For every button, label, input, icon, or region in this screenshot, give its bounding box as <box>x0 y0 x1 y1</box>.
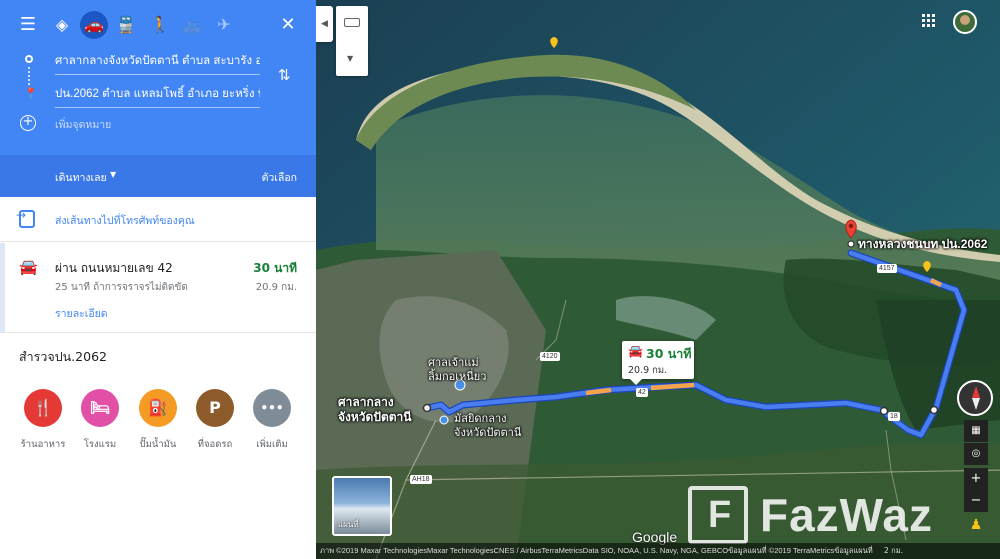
category-gas-stations[interactable]: ⛽ ปั๊มน้ำมัน <box>128 389 188 452</box>
category-parking[interactable]: P ที่จอดรถ <box>185 389 245 452</box>
parking-icon: P <box>196 389 234 427</box>
street-view-pegman-icon[interactable]: ♟ <box>964 514 988 536</box>
destination-dot <box>847 240 855 248</box>
compass-icon[interactable] <box>957 380 993 416</box>
route-selected-indicator <box>0 243 5 333</box>
category-more[interactable]: ••• เพิ่มเติม <box>242 389 302 452</box>
origin-input[interactable]: ศาลากลางจังหวัดปัตตานี ตำบล สะบารัง อ <box>55 51 260 75</box>
my-location-icon[interactable]: ◎ <box>964 443 988 465</box>
apps-grid-icon[interactable] <box>922 14 936 28</box>
road-shield: AH18 <box>410 475 432 484</box>
category-hotels[interactable]: 🛏 โรงแรม <box>70 389 130 452</box>
menu-icon[interactable]: ☰ <box>14 11 42 39</box>
collapse-panel-button[interactable]: ◀ <box>316 6 333 42</box>
depart-now-dropdown[interactable]: เดินทางเลย <box>55 169 107 186</box>
travel-mode-bar: ☰ ◈ 🚗 🚆 🚶 🚲 ✈ ✕ <box>0 11 316 39</box>
walking-mode-icon[interactable]: 🚶 <box>146 11 174 39</box>
route-waypoint <box>879 406 889 416</box>
zoom-out-button[interactable]: − <box>964 490 988 512</box>
hotel-icon: 🛏 <box>81 389 119 427</box>
destination-input[interactable]: ปน.2062 ตำบล แหลมโพธิ์ อำเภอ ยะหริ่ง ปั <box>55 84 260 108</box>
mosque-label[interactable]: มัสยิดกลาง <box>454 412 507 426</box>
swap-icon[interactable]: ⇅ <box>278 66 291 84</box>
destination-label[interactable]: ทางหลวงชนบท ปน.2062 <box>858 237 987 251</box>
watermark-icon <box>688 486 748 544</box>
zoom-in-button[interactable]: + <box>964 468 988 490</box>
map-type-label: แผนที่ <box>338 520 359 529</box>
directions-panel: ☰ ◈ 🚗 🚆 🚶 🚲 ✈ ✕ 📍 ศาลากลางจังหวัดปัตตานี… <box>0 0 316 559</box>
origin-label[interactable]: จังหวัดปัตตานี <box>338 410 411 424</box>
route-time-callout[interactable]: 🚘 30 นาที 20.9 กม. <box>622 341 694 385</box>
road-shield: 4157 <box>877 264 897 273</box>
depart-bar: เดินทางเลย ▼ ตัวเลือก <box>0 155 316 197</box>
satellite-map[interactable]: ◀ ▼ ทางหลวงชนบท ปน.2062 ศาลากลาง จังหวัด… <box>316 0 1000 559</box>
send-to-phone-icon <box>16 208 35 228</box>
route-typical-time: 25 นาที ถ้าการจราจรไม่ติดขัด <box>55 282 188 293</box>
options-button[interactable]: ตัวเลือก <box>262 169 297 186</box>
route-option[interactable]: 🚘 ผ่าน ถนนหมายเลข 42 30 นาที 25 นาที ถ้า… <box>0 243 316 333</box>
category-label: โรงแรม <box>83 439 117 450</box>
traffic-segment <box>585 387 612 396</box>
shrine-label[interactable]: ศาลเจ้าแม่ <box>428 356 479 370</box>
road-shield: 4120 <box>540 352 560 361</box>
driving-mode-icon[interactable]: 🚗 <box>80 11 108 39</box>
route-details-link[interactable]: รายละเอียด <box>55 305 108 322</box>
close-icon[interactable]: ✕ <box>274 11 302 39</box>
route-waypoint <box>929 405 939 415</box>
account-avatar[interactable] <box>953 10 977 34</box>
more-icon: ••• <box>253 389 291 427</box>
directions-header: ☰ ◈ 🚗 🚆 🚶 🚲 ✈ ✕ 📍 ศาลากลางจังหวัดปัตตานี… <box>0 0 316 197</box>
category-label: เพิ่มเติม <box>256 439 288 450</box>
callout-distance: 20.9 กม. <box>628 365 668 376</box>
route-duration: 30 นาที <box>253 261 297 275</box>
map-type-toggle[interactable]: แผนที่ <box>332 476 392 536</box>
origin-marker <box>422 403 432 413</box>
chevron-down-icon[interactable]: ▼ <box>347 54 353 63</box>
road-shield: 18 <box>888 412 900 421</box>
map-tools-button[interactable]: ▼ <box>336 6 368 76</box>
category-label: ที่จอดรถ <box>197 439 233 450</box>
cycling-mode-icon[interactable]: 🚲 <box>178 11 206 39</box>
mosque-label[interactable]: จังหวัดปัตตานี <box>454 426 521 440</box>
send-to-phone-link[interactable]: ส่งเส้นทางไปที่โทรศัพท์ของคุณ <box>55 212 195 229</box>
restaurant-icon: 🍴 <box>24 389 62 427</box>
road-shield: 42 <box>636 388 648 397</box>
callout-duration: 30 นาที <box>646 346 692 361</box>
chevron-down-icon[interactable]: ▼ <box>110 170 116 179</box>
watermark-text: FazWaz <box>760 489 933 541</box>
category-label: ปั๊มน้ำมัน <box>139 439 177 450</box>
explore-title: สำรวจปน.2062 <box>19 349 107 364</box>
origin-label[interactable]: ศาลากลาง <box>338 395 394 409</box>
map-scale[interactable]: 2 กม. <box>884 543 903 559</box>
best-route-icon[interactable]: ◈ <box>48 11 76 39</box>
flight-mode-icon[interactable]: ✈ <box>210 11 238 39</box>
mosque-marker <box>439 415 449 425</box>
add-destination-icon[interactable]: + <box>20 115 36 131</box>
category-restaurants[interactable]: 🍴 ร้านอาหาร <box>13 389 73 452</box>
send-to-phone-row[interactable]: ส่งเส้นทางไปที่โทรศัพท์ของคุณ <box>0 198 316 242</box>
route-via-label: ผ่าน ถนนหมายเลข 42 <box>55 261 173 275</box>
keyboard-icon <box>344 18 360 27</box>
gas-station-icon: ⛽ <box>139 389 177 427</box>
car-icon: 🚘 <box>19 258 38 276</box>
car-icon: 🚘 <box>628 344 643 358</box>
shrine-label[interactable]: ลิ้มกอเหนี่ยว <box>428 370 486 384</box>
map-grid-icon[interactable]: ▦ <box>964 420 988 442</box>
transit-mode-icon[interactable]: 🚆 <box>112 11 140 39</box>
route-endpoints-icon: 📍 <box>23 55 38 100</box>
traffic-segment <box>650 382 695 391</box>
add-destination-button[interactable]: เพิ่มจุดหมาย <box>55 115 260 139</box>
route-distance: 20.9 กม. <box>255 282 297 293</box>
category-label: ร้านอาหาร <box>20 439 66 450</box>
